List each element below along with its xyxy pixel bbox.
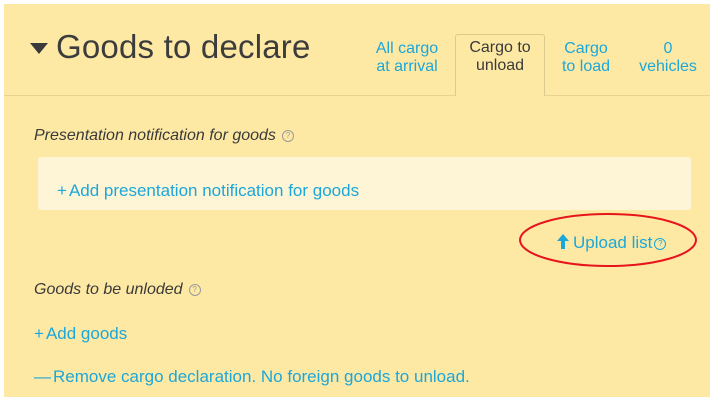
tab-label-line2: to load [561,58,611,75]
add-presentation-notification-link[interactable]: + Add presentation notification for goods [57,181,359,201]
tab-bar: All cargo at arrival Cargo to unload Car… [0,34,712,96]
tab-label-line1: Cargo [564,40,608,57]
tab-label-line1: All cargo [375,40,439,57]
presentation-label-text: Presentation notification for goods [34,127,276,144]
tab-label-line2: unload [475,57,525,74]
tab-cargo-to-unload[interactable]: Cargo to unload [455,34,545,96]
plus-icon: + [34,324,44,343]
add-goods-label: Add goods [45,324,128,343]
annotation-ellipse [519,213,697,267]
presentation-section-label: Presentation notification for goods? [34,127,294,145]
tab-all-cargo-at-arrival[interactable]: All cargo at arrival [362,40,452,76]
tab-label-line1: 0 [663,40,673,57]
plus-icon: + [57,181,67,200]
help-icon[interactable]: ? [188,283,201,296]
remove-cargo-declaration-link[interactable]: — Remove cargo declaration. No foreign go… [34,367,470,387]
tab-label-line1: Cargo to [469,39,531,56]
minus-icon: — [34,367,51,386]
help-icon[interactable]: ? [281,129,294,142]
add-presentation-notification-label: Add presentation notification for goods [68,181,360,200]
tab-label-line2: at arrival [376,58,438,75]
tab-label-line2: vehicles [639,58,697,75]
goods-section-label: Goods to be unloded? [34,281,201,299]
remove-cargo-declaration-label: Remove cargo declaration. No foreign goo… [53,367,470,386]
tab-cargo-to-load[interactable]: Cargo to load [548,40,624,76]
add-goods-link[interactable]: + Add goods [34,324,127,344]
goods-label-text: Goods to be unloded [34,281,183,298]
tab-vehicles[interactable]: 0 vehicles [626,40,710,76]
